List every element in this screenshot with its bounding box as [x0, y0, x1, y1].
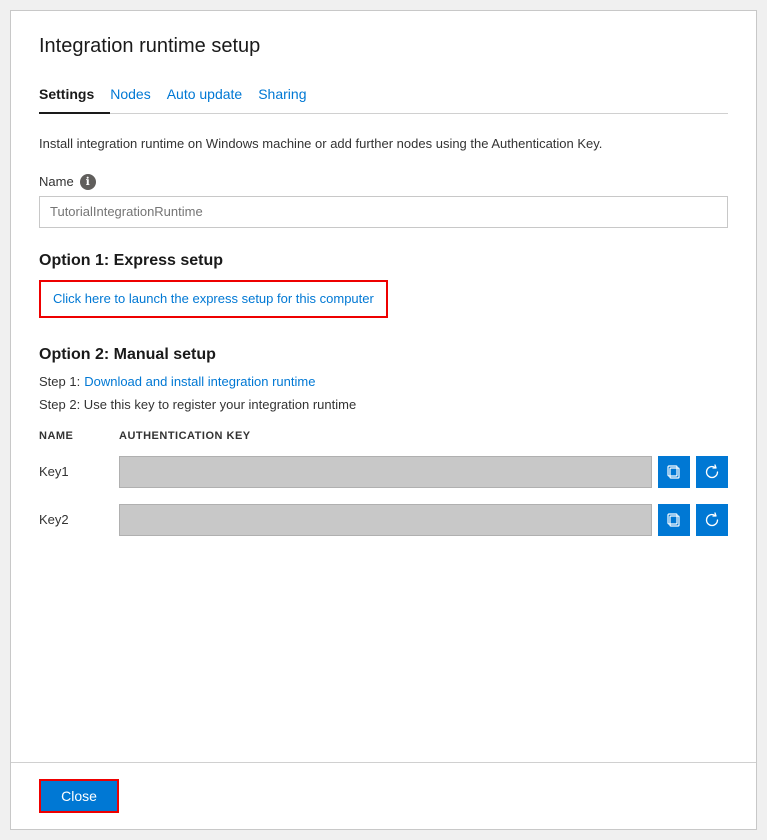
keys-table: NAME AUTHENTICATION KEY Key1 — [39, 424, 728, 544]
close-button[interactable]: Close — [39, 779, 119, 813]
tab-settings[interactable]: Settings — [39, 78, 110, 114]
copy-icon — [666, 512, 682, 528]
key1-copy-button[interactable] — [658, 456, 690, 488]
refresh-icon — [704, 512, 720, 528]
tabs-bar: Settings Nodes Auto update Sharing — [39, 78, 728, 114]
key2-row: Key2 — [39, 496, 728, 544]
copy-icon — [666, 464, 682, 480]
download-runtime-link[interactable]: Download and install integration runtime — [84, 374, 315, 389]
key2-refresh-button[interactable] — [696, 504, 728, 536]
settings-description: Install integration runtime on Windows m… — [39, 134, 728, 154]
refresh-icon — [704, 464, 720, 480]
step1-row: Step 1: Download and install integration… — [39, 374, 728, 389]
col-auth-header: AUTHENTICATION KEY — [119, 430, 728, 442]
key1-input[interactable] — [119, 456, 652, 488]
step2-text: Step 2: Use this key to register your in… — [39, 397, 356, 412]
tab-nodes[interactable]: Nodes — [110, 78, 166, 114]
key2-value-container — [119, 504, 728, 536]
express-setup-link[interactable]: Click here to launch the express setup f… — [53, 291, 374, 306]
integration-runtime-dialog: Integration runtime setup Settings Nodes… — [10, 10, 757, 830]
option1-title: Option 1: Express setup — [39, 252, 728, 270]
name-field-label: Name ℹ — [39, 174, 728, 190]
key1-name: Key1 — [39, 464, 119, 479]
key1-refresh-button[interactable] — [696, 456, 728, 488]
key1-value-container — [119, 456, 728, 488]
tab-auto-update[interactable]: Auto update — [167, 78, 259, 114]
name-info-icon[interactable]: ℹ — [80, 174, 96, 190]
key1-row: Key1 — [39, 448, 728, 496]
col-name-header: NAME — [39, 430, 119, 442]
key2-name: Key2 — [39, 512, 119, 527]
step2-row: Step 2: Use this key to register your in… — [39, 397, 728, 412]
option2-title: Option 2: Manual setup — [39, 346, 728, 364]
dialog-content: Integration runtime setup Settings Nodes… — [11, 11, 756, 762]
key2-copy-button[interactable] — [658, 504, 690, 536]
keys-table-header: NAME AUTHENTICATION KEY — [39, 424, 728, 448]
name-input[interactable] — [39, 196, 728, 228]
key2-input[interactable] — [119, 504, 652, 536]
step1-prefix: Step 1: — [39, 374, 80, 389]
dialog-title: Integration runtime setup — [39, 35, 728, 58]
dialog-footer: Close — [11, 762, 756, 829]
tab-sharing[interactable]: Sharing — [258, 78, 322, 114]
express-setup-box: Click here to launch the express setup f… — [39, 280, 388, 318]
